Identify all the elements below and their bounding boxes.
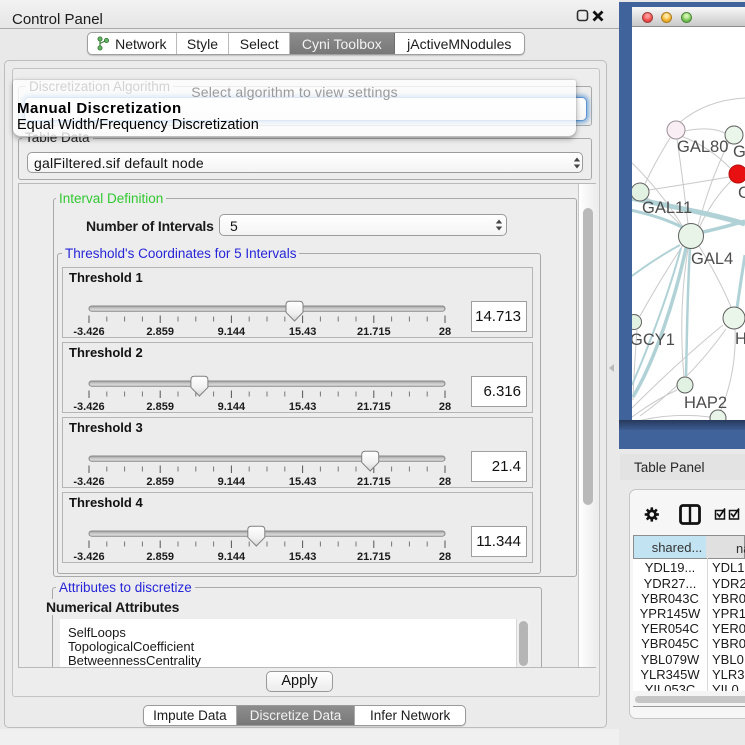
svg-text:9.144: 9.144: [218, 476, 246, 487]
svg-text:-3.426: -3.426: [73, 551, 104, 562]
svg-text:21.715: 21.715: [357, 326, 391, 337]
svg-text:28: 28: [439, 326, 451, 337]
svg-text:15.43: 15.43: [289, 326, 317, 337]
svg-text:9.144: 9.144: [218, 551, 246, 562]
svg-text:-3.426: -3.426: [73, 326, 104, 337]
svg-text:-3.426: -3.426: [73, 401, 104, 412]
svg-text:C: C: [738, 184, 745, 202]
svg-text:-3.426: -3.426: [73, 476, 104, 487]
svg-text:GAL80: GAL80: [677, 138, 728, 156]
svg-text:15.43: 15.43: [289, 551, 317, 562]
svg-text:2.859: 2.859: [146, 326, 174, 337]
svg-text:GCY1: GCY1: [632, 331, 675, 349]
svg-text:GAL4: GAL4: [691, 250, 733, 268]
svg-text:15.43: 15.43: [289, 401, 317, 412]
svg-text:2.859: 2.859: [146, 401, 174, 412]
svg-text:15.43: 15.43: [289, 476, 317, 487]
svg-text:28: 28: [439, 476, 451, 487]
svg-text:28: 28: [439, 401, 451, 412]
svg-text:2.859: 2.859: [146, 476, 174, 487]
svg-text:H: H: [735, 330, 745, 348]
svg-text:28: 28: [439, 551, 451, 562]
svg-text:9.144: 9.144: [218, 401, 246, 412]
svg-text:GAL11: GAL11: [642, 199, 692, 217]
svg-text:HAP2: HAP2: [684, 394, 727, 412]
svg-text:2.859: 2.859: [146, 551, 174, 562]
svg-text:21.715: 21.715: [357, 476, 391, 487]
svg-text:9.144: 9.144: [218, 326, 246, 337]
svg-text:GA: GA: [733, 143, 745, 161]
svg-text:21.715: 21.715: [357, 401, 391, 412]
svg-text:21.715: 21.715: [357, 551, 391, 562]
